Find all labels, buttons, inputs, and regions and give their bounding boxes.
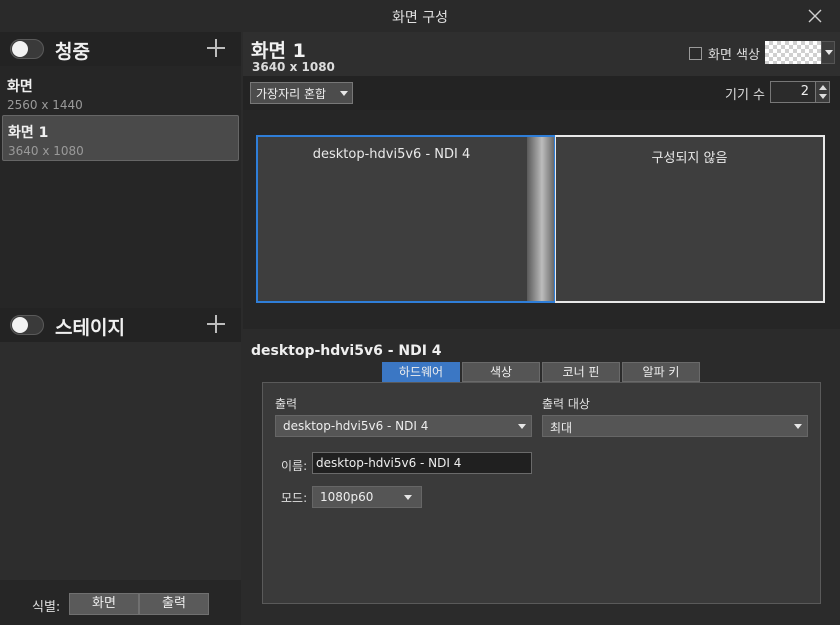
output-target-value: 최대 [550,421,573,435]
audience-title: 청중 [55,41,90,63]
name-input[interactable]: desktop-hdvi5v6 - NDI 4 [312,452,532,474]
identify-bar: 식별: 화면 출력 [0,580,241,625]
chevron-down-icon [404,495,412,500]
window-title: 화면 구성 [392,10,448,26]
add-audience-icon[interactable] [207,39,225,57]
chevron-down-icon [825,50,833,55]
screen-canvas: desktop-hdvi5v6 - NDI 4 구성되지 않음 [243,110,840,329]
close-icon[interactable] [808,9,822,23]
stage-header: 스테이지 [0,308,241,342]
screen-color-checkbox[interactable] [689,47,702,60]
device-count-spinner[interactable] [815,81,830,103]
stage-title: 스테이지 [55,317,125,339]
tab-corner-pin[interactable]: 코너 핀 [542,362,620,382]
name-label: 이름: [281,459,308,473]
output-select[interactable]: desktop-hdvi5v6 - NDI 4 [275,415,532,437]
output-label: 출력 [275,397,298,411]
output-label-1: desktop-hdvi5v6 - NDI 4 [312,147,471,162]
mode-label: 모드: [281,491,308,505]
screen-color-swatch[interactable] [765,41,821,64]
tab-color[interactable]: 색상 [462,362,540,382]
device-count-input[interactable]: 2 [770,81,816,103]
screen-item-res: 2560 x 1440 [7,98,83,112]
spin-down-icon[interactable] [819,94,827,99]
screen-color-dropdown[interactable] [821,41,835,64]
left-panel: 청중 화면 2560 x 1440 화면 1 3640 x 1080 스테이지 … [0,32,241,625]
edge-blend-dropdown[interactable]: 가장자리 혼합 [250,82,353,104]
output-label-2: 구성되지 않음 [651,151,728,166]
screen-item-res: 3640 x 1080 [8,144,84,158]
output-target-label: 출력 대상 [542,397,590,411]
stage-list [0,342,241,580]
mode-select-value: 1080p60 [320,490,374,504]
output-target-select[interactable]: 최대 [542,415,808,437]
chevron-down-icon [518,424,526,429]
screen-item-name: 화면 1 [8,125,49,141]
title-bar: 화면 구성 [0,0,840,32]
screen-header: 화면 1 3640 x 1080 화면 색상 [243,32,840,76]
screen-color-label: 화면 색상 [708,48,760,63]
screen-list-item[interactable]: 화면 2560 x 1440 [2,70,239,116]
screen-list-item-selected[interactable]: 화면 1 3640 x 1080 [2,115,239,161]
device-title: desktop-hdvi5v6 - NDI 4 [251,343,442,359]
identify-label: 식별: [32,600,61,615]
tab-hardware[interactable]: 하드웨어 [382,362,460,382]
chevron-down-icon [794,424,802,429]
edge-blend-label: 가장자리 혼합 [256,87,327,101]
output-select-value: desktop-hdvi5v6 - NDI 4 [283,419,429,433]
chevron-down-icon [340,91,348,96]
audience-toggle[interactable] [10,39,44,59]
screen-item-name: 화면 [7,79,33,95]
add-stage-icon[interactable] [207,315,225,333]
audience-header: 청중 [0,32,241,66]
hardware-panel: 출력 desktop-hdvi5v6 - NDI 4 출력 대상 최대 이름: … [262,382,821,604]
mode-select[interactable]: 1080p60 [312,486,422,508]
output-box-1[interactable]: desktop-hdvi5v6 - NDI 4 [256,135,555,303]
identify-screen-button[interactable]: 화면 [69,593,139,615]
identify-output-button[interactable]: 출력 [139,593,209,615]
edge-blend-overlap[interactable] [527,135,555,303]
right-panel: 화면 1 3640 x 1080 화면 색상 가장자리 혼합 기기 수 2 de… [243,32,840,625]
output-properties: desktop-hdvi5v6 - NDI 4 하드웨어 색상 코너 핀 알파 … [243,329,840,625]
device-count-label: 기기 수 [725,88,766,103]
stage-toggle[interactable] [10,315,44,335]
screen-title: 화면 1 [251,40,306,62]
spin-up-icon[interactable] [819,85,827,90]
toolbar: 가장자리 혼합 기기 수 2 [243,76,840,110]
tab-alpha-key[interactable]: 알파 키 [622,362,700,382]
output-box-2[interactable]: 구성되지 않음 [555,135,825,303]
screen-resolution: 3640 x 1080 [252,60,335,74]
